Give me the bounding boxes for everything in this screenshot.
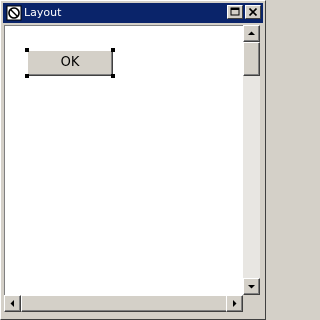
layout-canvas[interactable]: OK bbox=[4, 25, 243, 295]
ok-button[interactable]: OK bbox=[27, 50, 113, 76]
window-bottom-frame[interactable] bbox=[1, 313, 265, 319]
scroll-right-icon bbox=[233, 300, 237, 307]
resize-handle-bottom-right[interactable] bbox=[111, 74, 115, 78]
scrollbar-corner bbox=[243, 295, 260, 312]
close-icon bbox=[248, 7, 258, 17]
resize-handle-top-left[interactable] bbox=[25, 48, 29, 52]
horizontal-scroll-thumb[interactable] bbox=[21, 295, 231, 312]
scroll-down-icon bbox=[248, 285, 255, 289]
maximize-button[interactable] bbox=[227, 5, 243, 19]
vertical-scrollbar[interactable] bbox=[243, 25, 260, 295]
scroll-up-icon bbox=[248, 31, 255, 35]
close-button[interactable] bbox=[245, 5, 261, 19]
resize-handle-bottom-left[interactable] bbox=[25, 74, 29, 78]
app-window-icon[interactable] bbox=[6, 5, 22, 21]
vertical-scroll-thumb[interactable] bbox=[243, 42, 260, 76]
scroll-down-button[interactable] bbox=[243, 278, 260, 295]
maximize-icon bbox=[230, 7, 240, 16]
horizontal-scrollbar[interactable] bbox=[4, 295, 243, 312]
scroll-left-icon bbox=[10, 300, 14, 307]
window-title: Layout bbox=[24, 6, 62, 19]
scroll-up-button[interactable] bbox=[243, 25, 260, 42]
resize-handle-top-right[interactable] bbox=[111, 48, 115, 52]
layout-window: Layout OK bbox=[0, 0, 266, 320]
scroll-left-button[interactable] bbox=[4, 295, 21, 312]
scroll-right-button[interactable] bbox=[226, 295, 243, 312]
title-bar[interactable]: Layout bbox=[3, 3, 263, 23]
